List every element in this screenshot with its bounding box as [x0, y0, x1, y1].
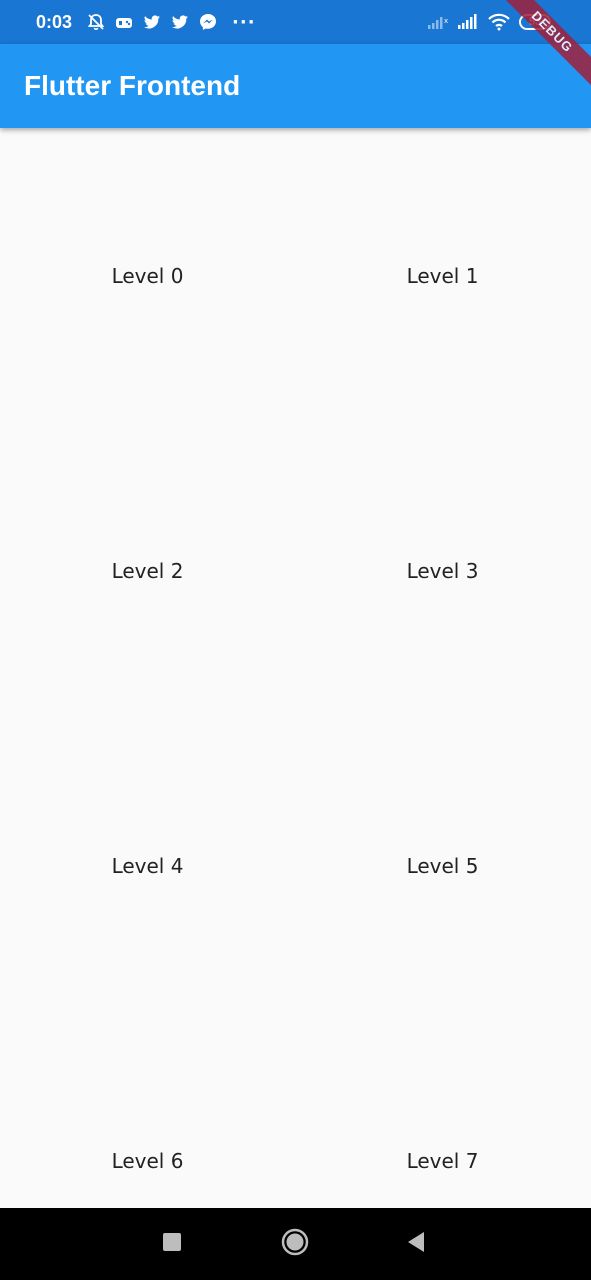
signal-icon: x	[427, 14, 449, 30]
status-time: 0:03	[36, 11, 73, 32]
level-cell[interactable]: Level 6	[0, 1013, 295, 1208]
level-label: Level 2	[111, 558, 184, 583]
level-cell[interactable]: Level 5	[295, 718, 590, 1013]
level-cell[interactable]: Level 3	[295, 423, 590, 718]
signal-icon	[457, 14, 479, 30]
level-cell[interactable]: Level 2	[0, 423, 295, 718]
navigation-bar	[0, 1208, 591, 1280]
level-label: Level 1	[406, 263, 479, 288]
svg-text:x: x	[444, 17, 448, 25]
recents-square-icon	[162, 1232, 182, 1256]
level-label: Level 7	[406, 1148, 479, 1173]
twitter-icon	[170, 12, 190, 32]
debug-banner: DEBUG	[491, 0, 591, 100]
app-title: Flutter Frontend	[24, 70, 241, 101]
level-label: Level 3	[406, 558, 479, 583]
back-button[interactable]	[386, 1208, 446, 1280]
level-label: Level 4	[111, 853, 184, 878]
level-label: Level 5	[406, 853, 479, 878]
level-label: Level 6	[111, 1148, 184, 1173]
level-cell[interactable]: Level 4	[0, 718, 295, 1013]
twitter-icon	[142, 12, 162, 32]
game-icon	[114, 12, 134, 32]
home-button[interactable]	[265, 1208, 325, 1280]
messenger-icon	[198, 12, 218, 32]
level-cell[interactable]: Level 7	[295, 1013, 590, 1208]
home-circle-icon	[281, 1228, 309, 1260]
debug-banner-label: DEBUG	[491, 0, 591, 93]
level-label: Level 0	[111, 263, 184, 288]
notifications-off-icon	[86, 12, 106, 32]
notification-icons: ···	[86, 12, 256, 33]
back-triangle-icon	[406, 1231, 426, 1257]
level-cell[interactable]: Level 0	[0, 128, 295, 423]
level-cell[interactable]: Level 1	[295, 128, 590, 423]
more-notifications: ···	[232, 11, 256, 33]
level-grid: Level 0 Level 1 Level 2 Level 3 Level 4 …	[0, 128, 591, 1208]
recents-button[interactable]	[142, 1208, 202, 1280]
